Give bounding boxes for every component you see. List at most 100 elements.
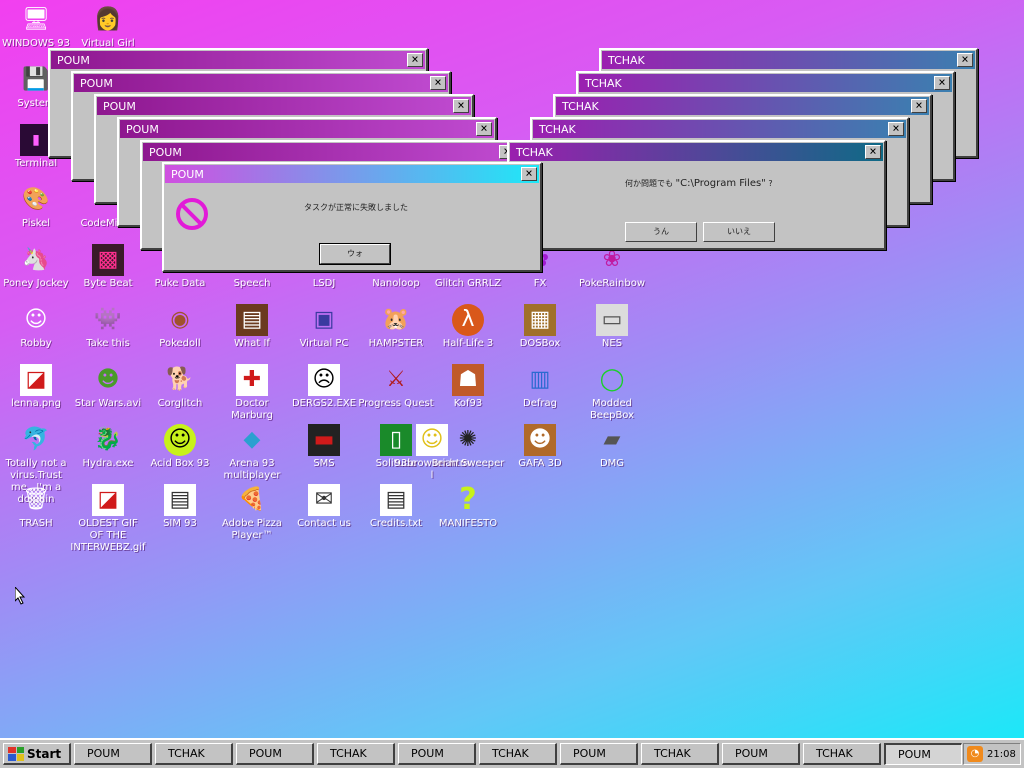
- window-titlebar[interactable]: TCHAK ×: [602, 51, 975, 69]
- computer-icon: 🖥: [22, 7, 50, 32]
- acid-smiley-icon: ☺: [164, 424, 196, 456]
- taskbar-item-poum[interactable]: POUM: [74, 743, 152, 765]
- robot-icon: ☺: [24, 307, 48, 332]
- window-titlebar[interactable]: POUM×: [51, 51, 425, 69]
- icon-poney-jockey[interactable]: 🦄 Poney Jockey: [0, 244, 72, 304]
- taskbar-item-tchak[interactable]: TCHAK: [641, 743, 719, 765]
- icon-hydra-exe[interactable]: 🐉 Hydra.exe: [72, 424, 144, 484]
- icon-sms[interactable]: ▬ SMS: [288, 424, 360, 484]
- icon-what-if[interactable]: ▤ What If: [216, 304, 288, 364]
- window-titlebar[interactable]: POUM×: [74, 74, 448, 92]
- virtual-girl-icon: 👩: [94, 7, 122, 32]
- icon-gafa-3d[interactable]: ☻ GAFA 3D: [504, 424, 576, 484]
- dosbox-icon: ▦: [524, 304, 556, 336]
- icon-totally-not-a-virus[interactable]: 🐬 Totally not a virus.Trust me...I'm a d…: [0, 424, 72, 505]
- icon-credits-txt[interactable]: ▤ Credits.txt: [360, 484, 432, 544]
- icon-dmg[interactable]: ▰ DMG: [576, 424, 648, 484]
- icon-lenna-png[interactable]: ◪ lenna.png: [0, 364, 72, 424]
- dialog-message: タスクが正常に失敗しました: [304, 203, 408, 212]
- window-titlebar[interactable]: TCHAK ×: [510, 143, 883, 161]
- mine-icon: ✺: [458, 427, 478, 452]
- virtual-pc-icon: ▣: [313, 307, 335, 332]
- taskbar-item-poum[interactable]: POUM: [722, 743, 800, 765]
- window-titlebar[interactable]: POUM×: [97, 97, 471, 115]
- icon-corglitch[interactable]: 🐕 Corglitch: [144, 364, 216, 424]
- icon-byte-beat[interactable]: ▩ Byte Beat: [72, 244, 144, 304]
- icon-modded-beepbox[interactable]: ◯ Modded BeepBox: [576, 364, 648, 424]
- yes-button[interactable]: うん: [625, 222, 697, 242]
- system-tray: ◔ 21:08: [963, 743, 1021, 765]
- icon-arena-93[interactable]: ◆ Arena 93 multiplayer: [216, 424, 288, 484]
- yoda-icon: ☻: [96, 367, 120, 392]
- what-if-icon: ▤: [236, 304, 268, 336]
- defrag-icon: ▥: [529, 367, 551, 392]
- taskbar-item-poum[interactable]: POUM: [398, 743, 476, 765]
- ok-button[interactable]: ウォ: [319, 243, 391, 265]
- window-titlebar[interactable]: TCHAK ×: [556, 97, 929, 115]
- icon-contact-us[interactable]: ✉ Contact us: [288, 484, 360, 544]
- close-icon[interactable]: ×: [476, 122, 492, 136]
- close-icon[interactable]: ×: [934, 76, 950, 90]
- window-titlebar[interactable]: TCHAK ×: [533, 120, 906, 138]
- close-icon[interactable]: ×: [453, 99, 469, 113]
- pokedoll-icon: ◉: [170, 307, 190, 332]
- close-icon[interactable]: ×: [865, 145, 881, 159]
- icon-pokerainbow[interactable]: ❀ PokeRainbow: [576, 244, 648, 304]
- close-icon[interactable]: ×: [911, 99, 927, 113]
- desktop[interactable]: 🖥 WINDOWS 93 👩 Virtual Girl 💾 System ▮ T…: [0, 0, 1024, 738]
- icon-dosbox[interactable]: ▦ DOSBox: [504, 304, 576, 364]
- taskbar-item-tchak[interactable]: TCHAK: [155, 743, 233, 765]
- icon-oldest-gif[interactable]: ◪ OLDEST GIF OF THE INTERWEBZ.gif: [70, 484, 146, 553]
- close-icon[interactable]: ×: [407, 53, 423, 67]
- close-icon[interactable]: ×: [521, 167, 537, 181]
- image-file-icon: ◪: [20, 364, 52, 396]
- bytebeat-icon: ▩: [92, 244, 124, 276]
- icon-robby[interactable]: ☺ Robby: [0, 304, 72, 364]
- text-file-icon: ▤: [380, 484, 412, 516]
- taskbar-item-poum[interactable]: POUM: [236, 743, 314, 765]
- icon-dergs2-exe[interactable]: ☹ DERGS2.EXE: [288, 364, 360, 424]
- tchak-dialog[interactable]: TCHAK × 何か問題でも "C:\Program Files" ? うん いい…: [507, 140, 886, 250]
- icon-half-life-3[interactable]: λ Half-Life 3: [432, 304, 504, 364]
- dialog-message: 何か問題でも "C:\Program Files" ?: [625, 178, 773, 189]
- close-icon[interactable]: ×: [888, 122, 904, 136]
- exe-icon: ☹: [308, 364, 340, 396]
- icon-acid-box-93[interactable]: ☺ Acid Box 93: [144, 424, 216, 484]
- icon-hampster[interactable]: 🐹 HAMPSTER: [360, 304, 432, 364]
- no-button[interactable]: いいえ: [703, 222, 775, 242]
- icon-piskel[interactable]: 🎨 Piskel: [0, 184, 72, 244]
- taskbar-item-tchak[interactable]: TCHAK: [317, 743, 395, 765]
- icon-sim-93[interactable]: ▤ SIM 93: [144, 484, 216, 544]
- icon-take-this[interactable]: 👾 Take this: [72, 304, 144, 364]
- icon-brian-sweeper[interactable]: ✺ Brian Sweeper: [432, 424, 505, 484]
- icon-adobe-pizza[interactable]: 🍕 Adobe Pizza Player™: [216, 484, 288, 544]
- window-titlebar[interactable]: POUM×: [143, 143, 517, 161]
- hydra-icon: 🐉: [94, 427, 122, 452]
- taskbar-item-tchak[interactable]: TCHAK: [479, 743, 557, 765]
- icon-manifesto[interactable]: ? MANIFESTO: [432, 484, 504, 544]
- icon-doctor-marburg[interactable]: ✚ Doctor Marburg: [216, 364, 288, 424]
- taskbar-item-poum[interactable]: POUM: [560, 743, 638, 765]
- poum-dialog[interactable]: POUM × タスクが正常に失敗しました ウォ: [162, 162, 542, 272]
- rss-icon[interactable]: ◔: [967, 746, 983, 762]
- icon-pokedoll[interactable]: ◉ Pokedoll: [144, 304, 216, 364]
- icon-trash[interactable]: 🗑 TRASH: [0, 484, 72, 544]
- trash-icon: 🗑: [22, 487, 50, 512]
- taskbar-item-poum-active[interactable]: POUM: [884, 743, 962, 765]
- icon-virtual-pc[interactable]: ▣ Virtual PC: [288, 304, 360, 364]
- swords-icon: ⚔: [386, 367, 406, 392]
- start-button[interactable]: Start: [3, 743, 71, 765]
- window-titlebar[interactable]: TCHAK ×: [579, 74, 952, 92]
- icon-defrag[interactable]: ▥ Defrag: [504, 364, 576, 424]
- icon-progress-quest[interactable]: ⚔ Progress Quest: [358, 364, 433, 424]
- close-icon[interactable]: ×: [430, 76, 446, 90]
- fighter-icon: ☗: [452, 364, 484, 396]
- icon-kof93[interactable]: ☗ Kof93: [432, 364, 504, 424]
- pony-icon: 🦄: [22, 247, 50, 272]
- taskbar-item-tchak[interactable]: TCHAK: [803, 743, 881, 765]
- close-icon[interactable]: ×: [957, 53, 973, 67]
- window-titlebar[interactable]: POUM×: [120, 120, 494, 138]
- icon-star-wars[interactable]: ☻ Star Wars.avi: [72, 364, 144, 424]
- window-titlebar[interactable]: POUM×: [165, 165, 539, 183]
- icon-nes[interactable]: ▭ NES: [576, 304, 648, 364]
